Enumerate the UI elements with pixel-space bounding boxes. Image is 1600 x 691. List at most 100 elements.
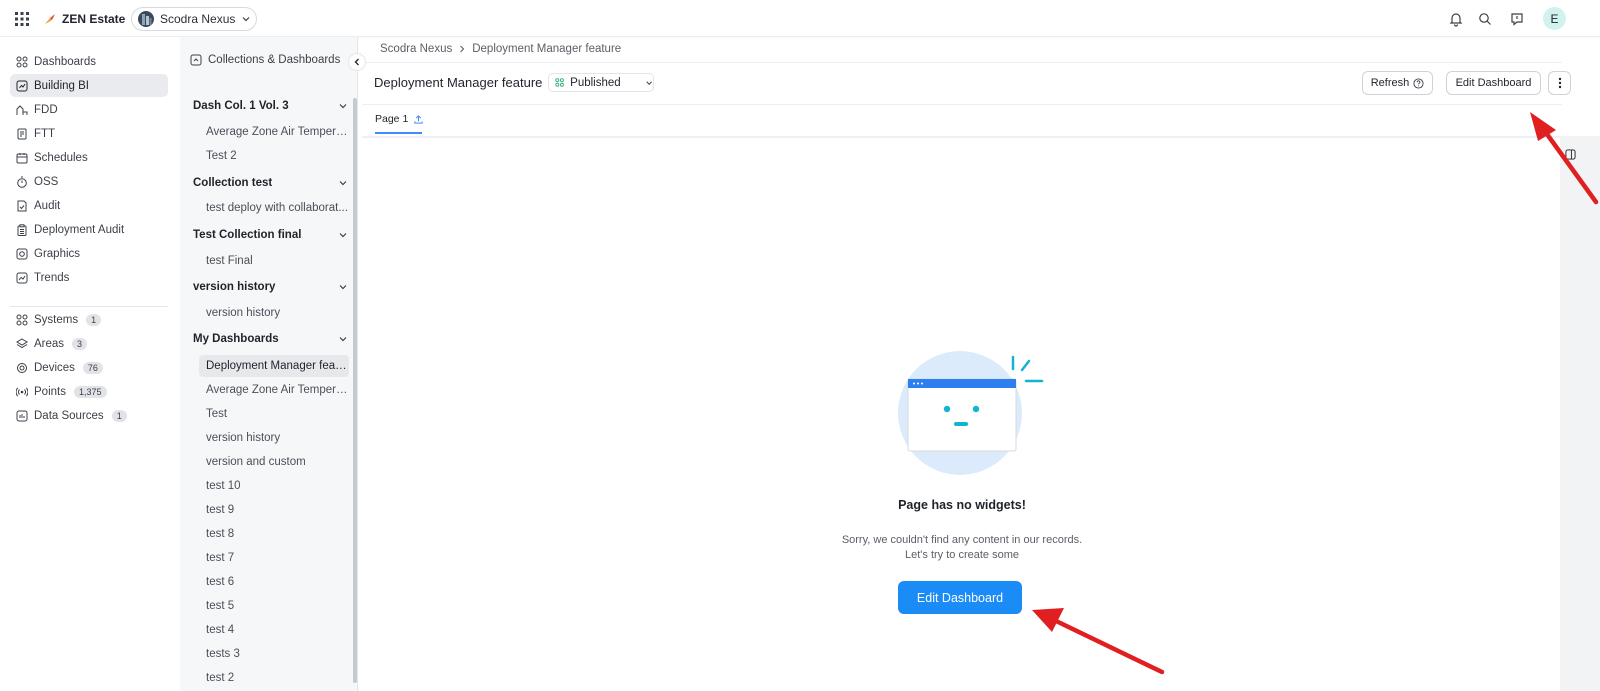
group-label: Collection test [193, 177, 273, 189]
user-avatar[interactable]: E [1543, 7, 1566, 30]
chevron-down-icon [339, 104, 347, 109]
dashboard-item-label: test 5 [206, 600, 235, 612]
collection-group-title[interactable]: Collection test [193, 175, 348, 191]
dashboard-item-label: Deployment Manager featu... [206, 360, 349, 372]
dashboard-item[interactable]: test 2 [199, 667, 349, 689]
nav-item-points[interactable]: Points 1,375 [10, 380, 168, 403]
nav-item-systems[interactable]: Systems 1 [10, 308, 168, 331]
dashboard-item-label: test Final [206, 255, 253, 267]
count-badge: 76 [82, 361, 103, 374]
bell-icon[interactable] [1448, 11, 1464, 27]
nav-item-audit[interactable]: Audit [10, 194, 168, 217]
edit-dashboard-button[interactable]: Edit Dashboard [1446, 71, 1541, 95]
collection-group-title[interactable]: Dash Col. 1 Vol. 3 [193, 98, 348, 114]
nav-label: FDD [34, 103, 58, 116]
chevron-down-icon [339, 337, 347, 342]
divider [362, 104, 1562, 105]
nav-item-graphics[interactable]: Graphics [10, 242, 168, 265]
site-avatar [138, 11, 154, 27]
breadcrumb-site[interactable]: Scodra Nexus [380, 43, 452, 55]
nav-item-oss[interactable]: OSS [10, 170, 168, 193]
dashboard-item-label: test 10 [206, 480, 241, 492]
dashboard-item-label: version and custom [206, 456, 306, 468]
site-name: Scodra Nexus [160, 12, 236, 26]
nav-label: Audit [34, 199, 61, 212]
collection-group-title[interactable]: version history [193, 279, 348, 295]
dashboard-item[interactable]: Test 2 [199, 145, 349, 167]
top-bar: ZEN Estate Scodra Nexus E [0, 0, 1600, 37]
data-source-icon [16, 410, 28, 421]
dashboard-item-active[interactable]: Deployment Manager featu... [199, 355, 349, 377]
trends-icon [16, 272, 28, 283]
nav-label: Points [34, 385, 66, 398]
dashboard-item[interactable]: test 4 [199, 619, 349, 641]
dashboard-item[interactable]: test 10 [199, 475, 349, 497]
dashboard-item[interactable]: tests 3 [199, 643, 349, 665]
nav-item-trends[interactable]: Trends [10, 266, 168, 289]
nav-label: Trends [34, 271, 70, 284]
collection-group-title[interactable]: My Dashboards [193, 331, 348, 347]
upload-icon [414, 114, 423, 124]
site-selector[interactable]: Scodra Nexus [131, 7, 257, 31]
refresh-label: Refresh [1370, 77, 1410, 89]
timer-icon [17, 176, 27, 188]
dashboard-item-label: Test 2 [206, 150, 237, 162]
dashboard-item[interactable]: test 6 [199, 571, 349, 593]
collection-group-title[interactable]: Test Collection final [193, 227, 348, 243]
dashboard-item[interactable]: test 7 [199, 547, 349, 569]
collapse-panel-button[interactable] [348, 53, 366, 71]
clipboard-icon [17, 223, 27, 236]
dashboard-item[interactable]: test deploy with collaborat... [199, 197, 349, 219]
empty-state-line-1: Sorry, we couldn't find any content in o… [841, 534, 1083, 546]
group-label: Test Collection final [193, 229, 302, 241]
status-label: Published [570, 76, 621, 89]
nav-item-devices[interactable]: Devices 76 [10, 356, 168, 379]
divider [362, 62, 1562, 63]
signal-icon [16, 386, 28, 397]
search-icon[interactable] [1477, 11, 1493, 27]
nav-label: Dashboards [34, 55, 97, 68]
tab-page-1[interactable]: Page 1 [375, 113, 424, 125]
nav-item-ftt[interactable]: FTT [10, 122, 168, 145]
dashboard-item[interactable]: test 5 [199, 595, 349, 617]
dashboard-item[interactable]: version history [199, 302, 349, 324]
brand[interactable]: ZEN Estate [44, 10, 125, 28]
dashboard-item[interactable]: version history [199, 427, 349, 449]
dashboard-item[interactable]: Average Zone Air Temperat... [199, 379, 349, 401]
chat-icon[interactable] [1509, 11, 1525, 27]
nav-item-fdd[interactable]: FDD [10, 98, 168, 121]
nav-item-data-sources[interactable]: Data Sources 1 [10, 404, 168, 427]
dashboard-item-label: test 9 [206, 504, 235, 516]
nav-item-schedules[interactable]: Schedules [10, 146, 168, 169]
collections-header-label: Collections & Dashboards [208, 54, 341, 66]
nav-label: FTT [34, 127, 56, 140]
dashboard-item-label: test 8 [206, 528, 235, 540]
more-options-button[interactable] [1548, 71, 1571, 95]
nav-item-dashboards[interactable]: Dashboards [10, 50, 168, 73]
group-label: version history [193, 281, 276, 293]
active-tab-indicator [375, 132, 422, 134]
chevron-right-icon [460, 45, 465, 53]
status-dropdown[interactable]: Published [548, 73, 654, 92]
dashboard-item-label: test 2 [206, 672, 235, 684]
dashboard-item-label: version history [206, 432, 281, 444]
refresh-button[interactable]: Refresh [1362, 71, 1433, 95]
dashboard-item-label: version history [206, 307, 281, 319]
nav-label: Deployment Audit [34, 223, 125, 236]
nav-item-deployment-audit[interactable]: Deployment Audit [10, 218, 168, 241]
nav-item-building-bi[interactable]: Building BI [10, 74, 168, 97]
dashboard-item[interactable]: test Final [199, 250, 349, 272]
dashboard-item[interactable]: test 8 [199, 523, 349, 545]
dashboard-item[interactable]: version and custom [199, 451, 349, 473]
panel-scrollbar[interactable] [353, 98, 357, 683]
dashboard-item-label: test deploy with collaborat... [206, 202, 348, 214]
panel-toggle-icon[interactable] [1565, 149, 1576, 160]
nav-label: Devices [34, 361, 75, 374]
nav-item-areas[interactable]: Areas 3 [10, 332, 168, 355]
grid-icon[interactable] [14, 11, 30, 27]
edit-dashboard-primary-button[interactable]: Edit Dashboard [898, 581, 1022, 614]
dashboard-item[interactable]: test 9 [199, 499, 349, 521]
dashboard-item[interactable]: Test [199, 403, 349, 425]
dashboard-item[interactable]: Average Zone Air Temperat... [199, 121, 349, 143]
zen-logo-icon [45, 14, 55, 24]
